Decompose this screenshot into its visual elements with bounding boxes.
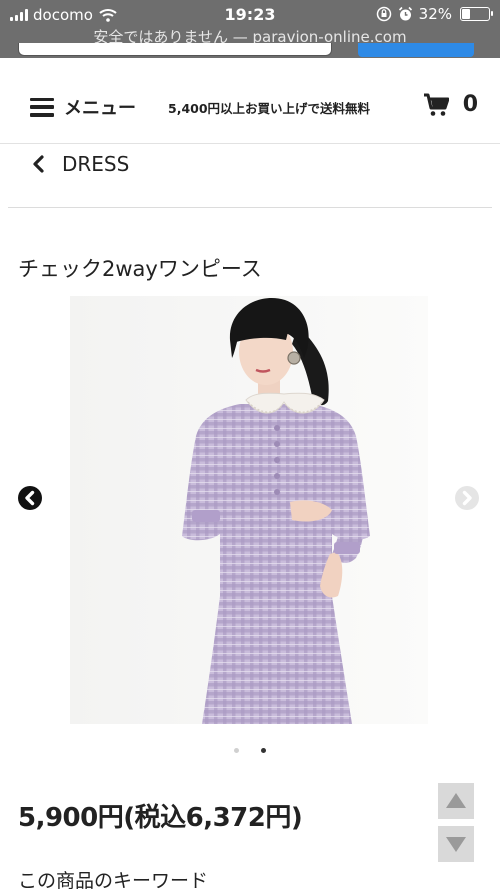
- keywords-heading: この商品のキーワード: [18, 870, 209, 889]
- carousel-next-button[interactable]: [455, 486, 479, 510]
- triangle-up-icon: [446, 793, 466, 808]
- cart-button[interactable]: 0: [423, 92, 478, 117]
- battery-percent: 32%: [418, 5, 452, 23]
- search-button[interactable]: [358, 43, 474, 57]
- breadcrumb-back[interactable]: DRESS: [32, 152, 129, 176]
- scroll-top-button[interactable]: [438, 783, 474, 819]
- divider: [8, 207, 492, 208]
- product-photo: [70, 296, 428, 724]
- carousel-prev-button[interactable]: [18, 486, 42, 510]
- shipping-notice: 5,400円以上お買い上げで送料無料: [168, 101, 371, 116]
- rotation-lock-icon: [376, 6, 391, 22]
- cart-count: 0: [462, 92, 478, 117]
- cart-icon: [423, 93, 449, 116]
- menu-label: メニュー: [64, 98, 136, 119]
- carousel-dot[interactable]: [234, 748, 239, 753]
- carousel-pagination: [0, 748, 500, 753]
- triangle-down-icon: [446, 837, 466, 852]
- alarm-icon: [398, 6, 412, 21]
- carousel-dot[interactable]: [261, 748, 266, 753]
- product-title: チェック2wayワンピース: [18, 257, 262, 281]
- search-area: [0, 43, 500, 57]
- search-input[interactable]: [18, 43, 332, 56]
- status-icons: 32%: [376, 5, 493, 23]
- menu-button[interactable]: メニュー: [30, 94, 136, 120]
- chevron-left-icon: [33, 155, 44, 173]
- scroll-bottom-button[interactable]: [438, 826, 474, 862]
- site-header: メニュー 5,400円以上お買い上げで送料無料 0: [0, 58, 500, 144]
- hamburger-icon: [30, 97, 54, 117]
- model-in-dress-image: [70, 296, 428, 724]
- breadcrumb-label: DRESS: [62, 152, 130, 176]
- battery-icon: [460, 7, 493, 21]
- product-price: 5,900円(税込6,372円): [18, 803, 303, 833]
- arrow-right-circle-icon: [462, 490, 472, 506]
- arrow-left-circle-icon: [25, 490, 35, 506]
- product-image-carousel[interactable]: [0, 296, 500, 728]
